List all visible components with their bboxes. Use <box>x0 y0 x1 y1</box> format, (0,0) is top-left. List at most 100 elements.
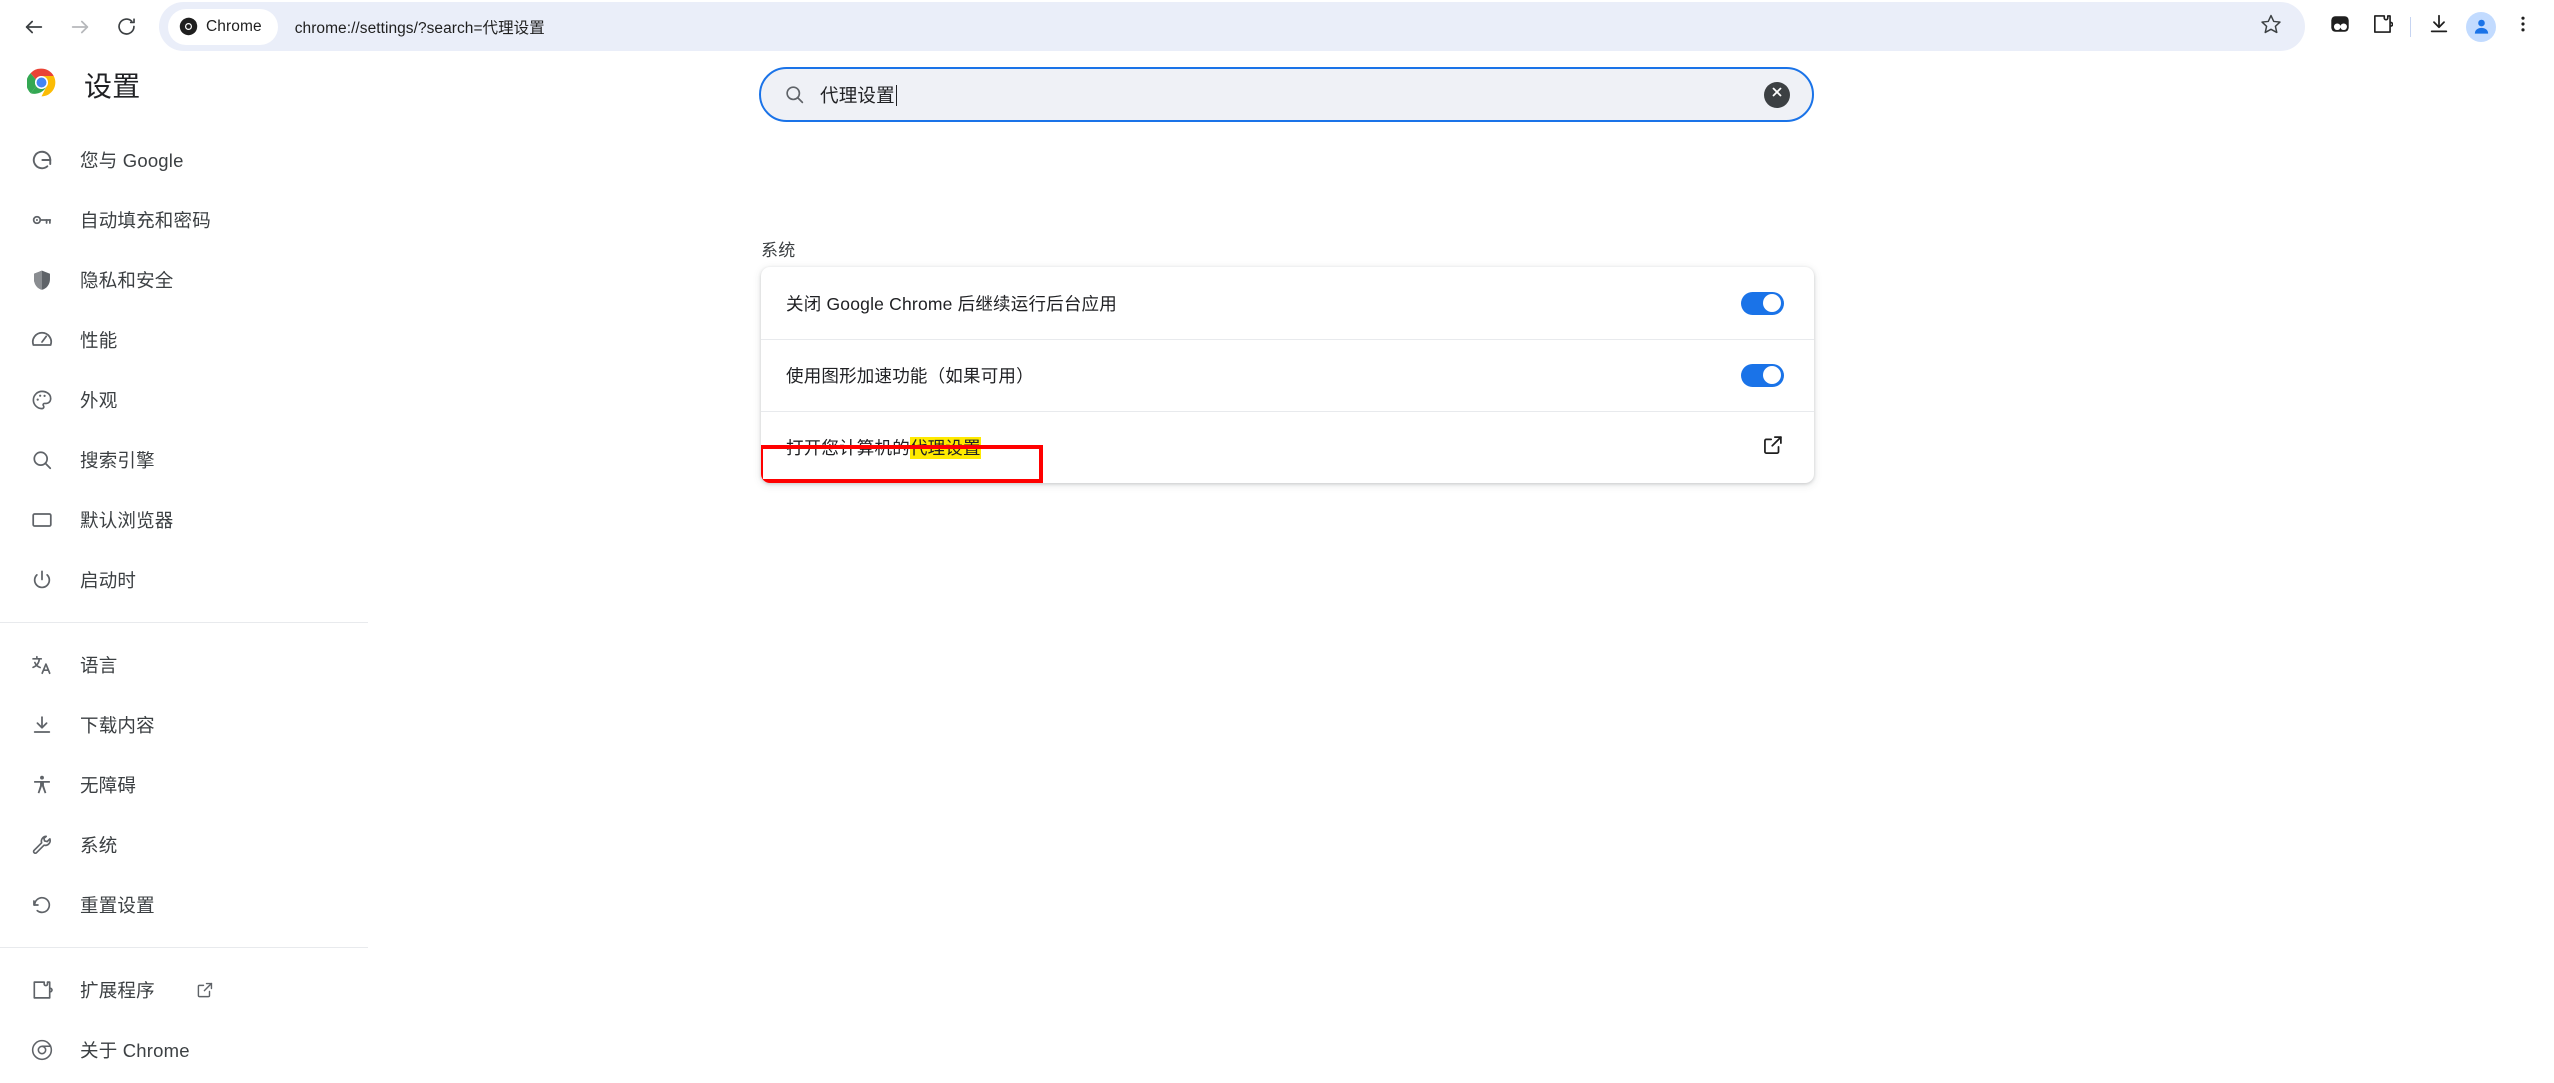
download-icon <box>30 714 53 737</box>
puzzle-icon <box>30 979 53 1002</box>
sidebar-item-performance[interactable]: 性能 <box>0 310 368 370</box>
search-query-text: 代理设置 <box>820 84 895 106</box>
accessibility-icon <box>30 774 53 797</box>
back-button[interactable] <box>11 4 57 50</box>
toggle-hardware-acceleration[interactable] <box>1741 363 1784 387</box>
url-text: chrome://settings/?search=代理设置 <box>294 19 545 37</box>
sidebar-item-label: 语言 <box>80 655 118 676</box>
extensions-puzzle-icon <box>2371 13 2394 40</box>
toggle-knob <box>1763 366 1781 384</box>
browser-window-icon <box>30 509 53 532</box>
settings-main: 代理设置 系统 关闭 Google Chrome 后继续运行后台应用 使用图形加… <box>368 53 2554 1083</box>
extensions-button[interactable] <box>2361 6 2403 48</box>
search-input[interactable]: 代理设置 <box>759 67 1814 122</box>
address-bar[interactable]: Chrome chrome://settings/?search=代理设置 <box>159 2 2305 51</box>
setting-row-background-apps[interactable]: 关闭 Google Chrome 后继续运行后台应用 <box>761 267 1814 339</box>
sidebar-item-search-engine[interactable]: 搜索引擎 <box>0 430 368 490</box>
toggle-knob <box>1763 294 1781 312</box>
sidebar-nav-group-3: 扩展程序 关于 Chrome <box>0 960 368 1080</box>
sidebar-item-label: 隐私和安全 <box>80 270 174 291</box>
chrome-logo-icon <box>26 68 56 102</box>
browser-toolbar: Chrome chrome://settings/?search=代理设置 <box>0 0 2554 53</box>
forward-button[interactable] <box>57 4 103 50</box>
downloads-icon <box>2428 13 2450 40</box>
search-match-highlight: 代理设置 <box>909 436 981 459</box>
sidebar-item-default-browser[interactable]: 默认浏览器 <box>0 490 368 550</box>
sidebar-item-extensions[interactable]: 扩展程序 <box>0 960 368 1020</box>
system-settings-card: 关闭 Google Chrome 后继续运行后台应用 使用图形加速功能（如果可用… <box>761 267 1814 483</box>
search-input-value: 代理设置 <box>820 82 1764 108</box>
setting-label: 关闭 Google Chrome 后继续运行后台应用 <box>786 293 1117 314</box>
sidebar-item-label: 外观 <box>80 390 118 411</box>
restore-icon <box>30 894 53 917</box>
sidebar-divider-2 <box>0 947 368 948</box>
chrome-logo-icon <box>179 17 198 36</box>
setting-row-hardware-acceleration[interactable]: 使用图形加速功能（如果可用） <box>761 339 1814 411</box>
sidebar-item-on-startup[interactable]: 启动时 <box>0 550 368 610</box>
sidebar-item-label: 自动填充和密码 <box>80 210 211 231</box>
sidebar-item-label: 默认浏览器 <box>80 510 174 531</box>
split-view-icon <box>2329 13 2351 40</box>
back-arrow-icon <box>23 16 45 38</box>
sidebar-nav-group-1: 您与 Google 自动填充和密码 隐私和安全 性能 外观 搜索引擎 默认浏览器… <box>0 130 368 610</box>
sidebar-item-system[interactable]: 系统 <box>0 815 368 875</box>
sidebar-item-label: 系统 <box>80 835 118 856</box>
chrome-chip-label: Chrome <box>206 17 262 35</box>
settings-page: 设置 您与 Google 自动填充和密码 隐私和安全 性能 外观 搜索引擎 默认… <box>0 53 2554 1083</box>
sidebar-item-privacy-security[interactable]: 隐私和安全 <box>0 250 368 310</box>
three-dot-menu-icon <box>2513 14 2533 39</box>
profile-button[interactable] <box>2460 6 2502 48</box>
search-icon <box>784 84 806 106</box>
sidebar-item-reset-settings[interactable]: 重置设置 <box>0 875 368 935</box>
bookmark-star-icon <box>2260 13 2282 40</box>
speedometer-icon <box>30 329 53 352</box>
power-icon <box>30 569 53 592</box>
settings-search-wrap: 代理设置 <box>759 67 1814 122</box>
open-external-proxy-settings-icon[interactable] <box>1762 434 1784 461</box>
wrench-icon <box>30 834 53 857</box>
settings-sidebar: 设置 您与 Google 自动填充和密码 隐私和安全 性能 外观 搜索引擎 默认… <box>0 53 368 1083</box>
reload-icon <box>116 16 137 37</box>
sidebar-item-label: 扩展程序 <box>80 980 155 1001</box>
key-icon <box>30 209 53 232</box>
sidebar-divider-1 <box>0 622 368 623</box>
sidebar-item-label: 启动时 <box>80 570 137 591</box>
setting-row-open-proxy-settings[interactable]: 打开您计算机的代理设置 <box>761 411 1814 483</box>
sidebar-item-you-and-google[interactable]: 您与 Google <box>0 130 368 190</box>
page-title: 设置 <box>84 71 141 102</box>
sidebar-item-accessibility[interactable]: 无障碍 <box>0 755 368 815</box>
downloads-button[interactable] <box>2418 6 2460 48</box>
sidebar-item-label: 搜索引擎 <box>80 450 155 471</box>
google-g-icon <box>30 149 53 172</box>
split-view-button[interactable] <box>2319 6 2361 48</box>
chrome-origin-chip[interactable]: Chrome <box>168 8 278 45</box>
palette-icon <box>30 389 53 412</box>
setting-label: 使用图形加速功能（如果可用） <box>786 365 1034 386</box>
sidebar-item-downloads[interactable]: 下载内容 <box>0 695 368 755</box>
shield-icon <box>30 269 53 292</box>
bookmark-star-button[interactable] <box>2255 11 2287 43</box>
external-link-icon <box>196 981 214 999</box>
setting-label: 打开您计算机的代理设置 <box>761 435 1043 483</box>
chrome-menu-button[interactable] <box>2502 6 2544 48</box>
translate-icon <box>30 654 53 677</box>
sidebar-item-appearance[interactable]: 外观 <box>0 370 368 430</box>
reload-button[interactable] <box>103 4 149 50</box>
chrome-logo-icon <box>30 1039 53 1062</box>
toggle-background-apps[interactable] <box>1741 291 1784 315</box>
sidebar-item-autofill-passwords[interactable]: 自动填充和密码 <box>0 190 368 250</box>
sidebar-item-languages[interactable]: 语言 <box>0 635 368 695</box>
sidebar-item-label: 重置设置 <box>80 895 155 916</box>
sidebar-nav-group-2: 语言 下载内容 无障碍 系统 重置设置 <box>0 635 368 935</box>
clear-circle-icon <box>1770 85 1784 104</box>
clear-search-button[interactable] <box>1764 81 1790 108</box>
sidebar-item-label: 性能 <box>80 330 118 351</box>
sidebar-item-label: 下载内容 <box>80 715 155 736</box>
sidebar-header: 设置 <box>0 53 368 117</box>
sidebar-item-label: 您与 Google <box>80 150 184 171</box>
text-caret <box>895 84 898 106</box>
profile-avatar-icon <box>2466 11 2496 42</box>
sidebar-item-about-chrome[interactable]: 关于 Chrome <box>0 1020 368 1080</box>
toolbar-action-icons <box>2319 6 2544 48</box>
setting-label-prefix: 打开您计算机的 <box>786 437 910 458</box>
